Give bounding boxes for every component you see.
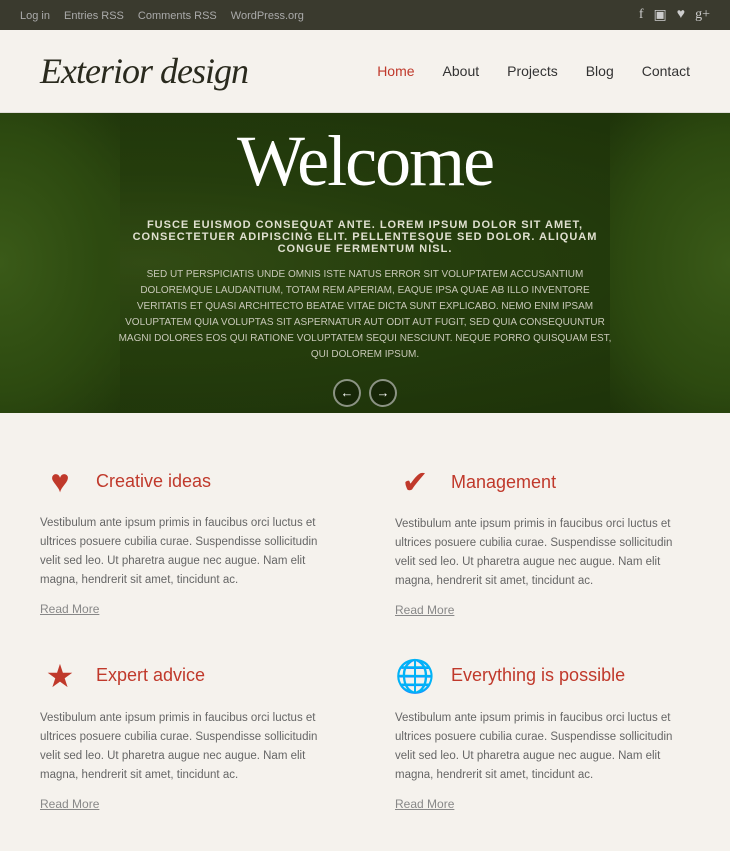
google-plus-icon[interactable]: g+ bbox=[695, 7, 710, 24]
instagram-icon[interactable]: ▣ bbox=[654, 7, 667, 24]
hero-arrows: ← → bbox=[333, 379, 397, 407]
hero-title: Welcome bbox=[237, 120, 493, 203]
top-bar: Log in Entries RSS Comments RSS WordPres… bbox=[0, 0, 730, 30]
feature-everything-possible-read-more[interactable]: Read More bbox=[395, 797, 690, 811]
topbar-entries-rss[interactable]: Entries RSS bbox=[64, 10, 124, 22]
features-section: ♥ Creative ideas Vestibulum ante ipsum p… bbox=[0, 413, 730, 851]
feature-everything-possible-body: Vestibulum ante ipsum primis in faucibus… bbox=[395, 709, 690, 785]
feature-management-read-more[interactable]: Read More bbox=[395, 603, 690, 617]
feature-expert-advice-header: ★ Expert advice bbox=[40, 657, 335, 695]
nav-blog[interactable]: Blog bbox=[586, 63, 614, 79]
globe-icon: 🌐 bbox=[395, 657, 435, 695]
feature-everything-possible-title: Everything is possible bbox=[451, 665, 625, 686]
topbar-login[interactable]: Log in bbox=[20, 10, 50, 22]
feature-management-body: Vestibulum ante ipsum primis in faucibus… bbox=[395, 515, 690, 591]
checkmark-icon: ✔ bbox=[395, 463, 435, 501]
feature-everything-possible-header: 🌐 Everything is possible bbox=[395, 657, 690, 695]
hero-body: SED UT PERSPICIATIS UNDE OMNIS ISTE NATU… bbox=[115, 267, 615, 363]
feature-creative-ideas: ♥ Creative ideas Vestibulum ante ipsum p… bbox=[40, 463, 335, 617]
main-nav: Home About Projects Blog Contact bbox=[377, 63, 690, 79]
site-logo: Exterior design bbox=[40, 50, 248, 92]
hero-prev-button[interactable]: ← bbox=[333, 379, 361, 407]
star-icon: ★ bbox=[40, 657, 80, 695]
feature-expert-advice: ★ Expert advice Vestibulum ante ipsum pr… bbox=[40, 657, 335, 811]
topbar-comments-rss[interactable]: Comments RSS bbox=[138, 10, 217, 22]
feature-expert-advice-body: Vestibulum ante ipsum primis in faucibus… bbox=[40, 709, 335, 785]
nav-about[interactable]: About bbox=[443, 63, 480, 79]
feature-expert-advice-title: Expert advice bbox=[96, 665, 205, 686]
feature-creative-ideas-header: ♥ Creative ideas bbox=[40, 463, 335, 500]
feature-creative-ideas-body: Vestibulum ante ipsum primis in faucibus… bbox=[40, 514, 335, 590]
hero-bg-left bbox=[0, 113, 120, 413]
feature-management-title: Management bbox=[451, 472, 556, 493]
nav-projects[interactable]: Projects bbox=[507, 63, 558, 79]
pinterest-icon[interactable]: ♥ bbox=[677, 7, 685, 24]
header: Exterior design Home About Projects Blog… bbox=[0, 30, 730, 113]
hero-subtitle: FUSCE EUISMOD CONSEQUAT ANTE. LOREM IPSU… bbox=[125, 219, 605, 255]
heart-icon: ♥ bbox=[40, 463, 80, 500]
hero-section: Welcome FUSCE EUISMOD CONSEQUAT ANTE. LO… bbox=[0, 113, 730, 413]
feature-creative-ideas-title: Creative ideas bbox=[96, 471, 211, 492]
nav-contact[interactable]: Contact bbox=[642, 63, 690, 79]
facebook-icon[interactable]: f bbox=[639, 7, 644, 24]
feature-everything-possible: 🌐 Everything is possible Vestibulum ante… bbox=[395, 657, 690, 811]
feature-creative-ideas-read-more[interactable]: Read More bbox=[40, 602, 335, 616]
topbar-wordpress[interactable]: WordPress.org bbox=[231, 10, 304, 22]
social-icons: f ▣ ♥ g+ bbox=[639, 7, 710, 24]
feature-expert-advice-read-more[interactable]: Read More bbox=[40, 797, 335, 811]
nav-home[interactable]: Home bbox=[377, 63, 414, 79]
hero-bg-right bbox=[610, 113, 730, 413]
feature-management-header: ✔ Management bbox=[395, 463, 690, 501]
feature-management: ✔ Management Vestibulum ante ipsum primi… bbox=[395, 463, 690, 617]
top-bar-links: Log in Entries RSS Comments RSS WordPres… bbox=[20, 6, 314, 24]
hero-next-button[interactable]: → bbox=[369, 379, 397, 407]
